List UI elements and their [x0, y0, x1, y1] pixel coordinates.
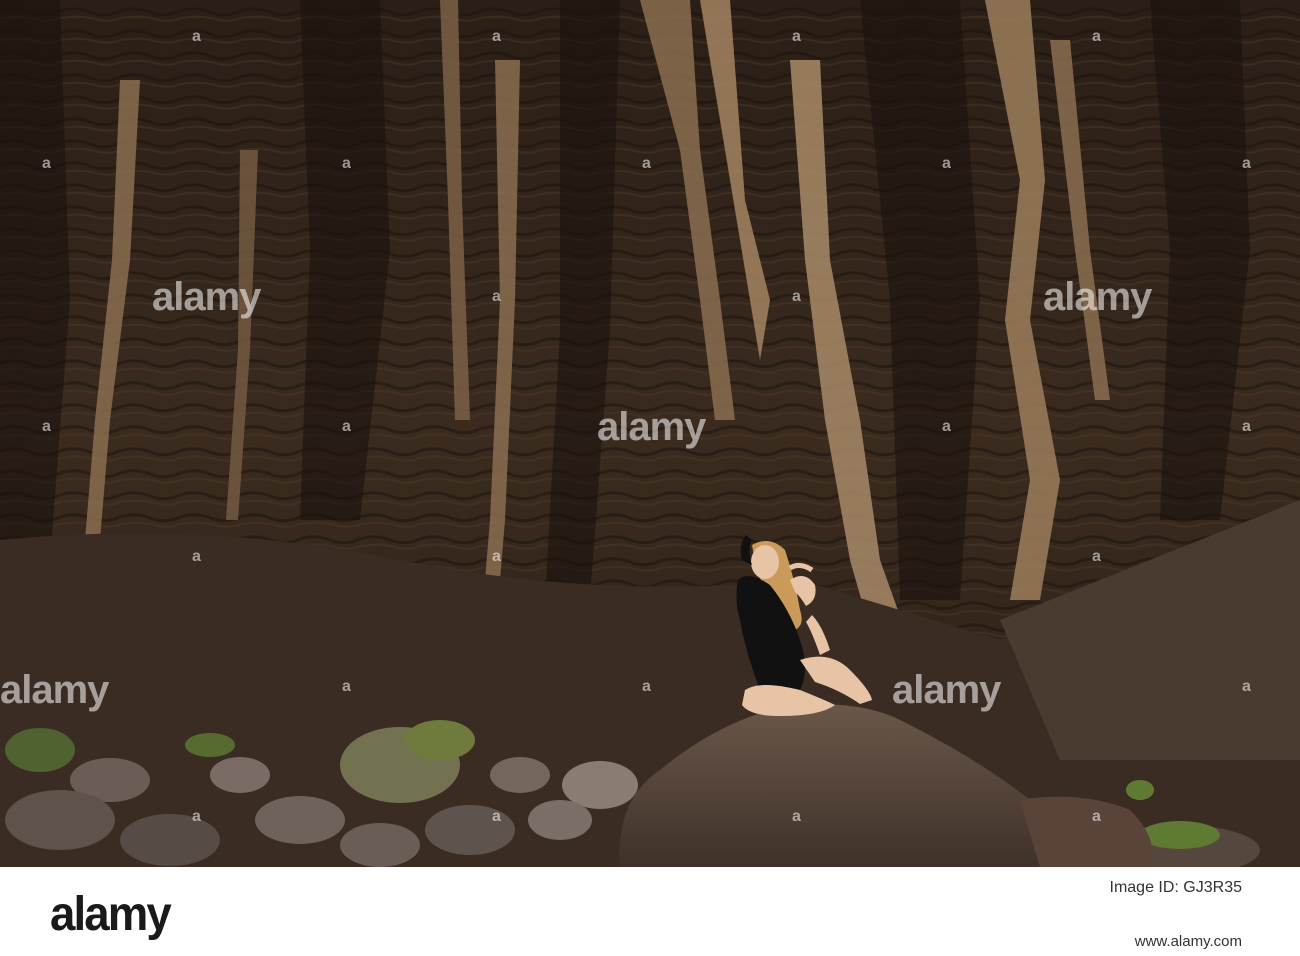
image-id-label: Image ID: GJ3R35 [1109, 879, 1243, 896]
photo-canyon-dancer: alamy alamy alamy alamy alamy a a a a a … [0, 0, 1300, 867]
photo-illustration [0, 0, 1300, 867]
site-url[interactable]: www.alamy.com [1135, 933, 1242, 950]
stock-photo-frame: alamy alamy alamy alamy alamy a a a a a … [0, 0, 1300, 956]
alamy-logo[interactable]: alamy [50, 887, 172, 942]
stock-footer: alamy Image ID: GJ3R35 www.alamy.com [0, 867, 1300, 956]
